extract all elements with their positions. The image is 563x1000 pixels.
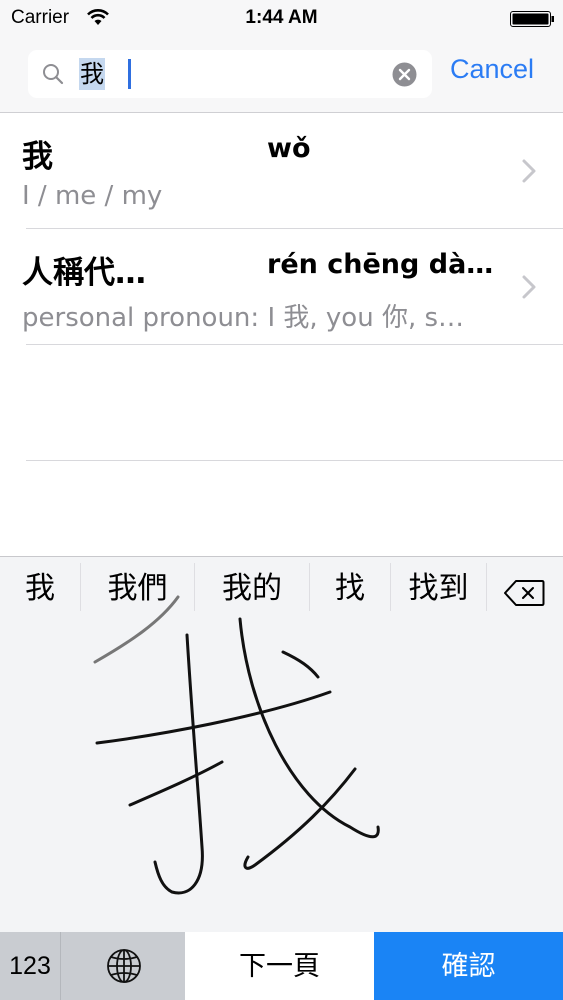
candidate-divider [486, 563, 487, 611]
next-page-key[interactable]: 下一頁 [185, 932, 374, 1000]
candidate-bar: 我 我們 我的 找 找到 [0, 557, 563, 617]
chevron-right-icon [522, 159, 536, 183]
search-icon [43, 64, 64, 85]
candidate-4[interactable]: 找 [310, 557, 390, 617]
result-hanzi: 我 [22, 139, 53, 175]
search-header: 我 Cancel [0, 38, 563, 113]
result-row[interactable]: 人稱代… rén chēng dà… personal pronoun: I 我… [0, 229, 563, 345]
backspace-icon[interactable] [503, 579, 545, 607]
candidate-2[interactable]: 我們 [81, 557, 194, 617]
clear-icon[interactable] [392, 62, 417, 87]
text-caret [128, 59, 131, 89]
cancel-button[interactable]: Cancel [450, 54, 534, 85]
result-pinyin: wǒ [267, 133, 311, 164]
keyboard-bottom-row: 123 下一頁 確認 [0, 932, 563, 1000]
status-bar: Carrier 1:44 AM [0, 0, 563, 38]
globe-key[interactable] [61, 932, 185, 1000]
result-definition: I / me / my [22, 181, 163, 211]
handwriting-keyboard: 我 我們 我的 找 找到 123 下一頁 確認 [0, 556, 563, 1000]
confirm-key[interactable]: 確認 [374, 932, 563, 1000]
search-query[interactable]: 我 [79, 58, 105, 90]
result-row[interactable]: 我 wǒ I / me / my [0, 113, 563, 229]
candidate-1[interactable]: 我 [0, 557, 80, 617]
result-hanzi: 人稱代… [22, 255, 146, 291]
row-divider [26, 460, 563, 461]
status-time: 1:44 AM [245, 7, 318, 28]
result-definition: personal pronoun: I 我, you 你, s… [22, 303, 465, 333]
globe-icon [107, 949, 141, 983]
candidate-3[interactable]: 我的 [195, 557, 309, 617]
result-pinyin: rén chēng dà… [267, 249, 494, 280]
chevron-right-icon [522, 275, 536, 299]
candidate-5[interactable]: 找到 [391, 557, 486, 617]
numbers-key[interactable]: 123 [0, 932, 61, 1000]
row-divider [26, 344, 563, 345]
battery-icon [510, 11, 554, 27]
search-input[interactable]: 我 [28, 50, 432, 98]
